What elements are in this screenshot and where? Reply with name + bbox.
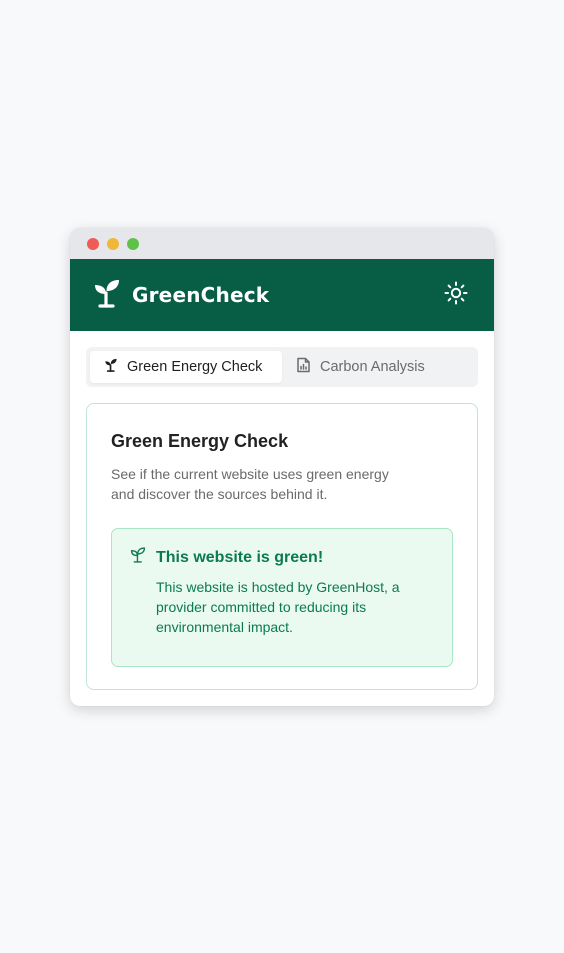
main-content: Green Energy Check Carbon Analysis Green… <box>70 331 494 706</box>
app-title: GreenCheck <box>132 283 270 307</box>
green-result-alert: This website is green! This website is h… <box>111 528 453 667</box>
extension-window: GreenCheck Green Energy Check Carbon Ana… <box>70 228 494 706</box>
sprout-icon <box>92 278 122 313</box>
minimize-window-button[interactable] <box>107 237 119 250</box>
sprout-icon <box>130 547 146 568</box>
chart-file-icon <box>296 357 311 377</box>
sun-icon <box>444 281 468 310</box>
app-header: GreenCheck <box>70 259 494 331</box>
card-title: Green Energy Check <box>111 431 289 451</box>
tab-carbon-analysis[interactable]: Carbon Analysis <box>282 351 474 383</box>
tab-green-energy-check[interactable]: Green Energy Check <box>90 351 282 383</box>
result-title: This website is green! <box>156 548 324 566</box>
theme-toggle-button[interactable] <box>440 279 472 311</box>
tab-label: Carbon Analysis <box>320 359 425 375</box>
brand: GreenCheck <box>92 278 269 313</box>
maximize-window-button[interactable] <box>127 237 139 250</box>
card-description: See if the current website uses green en… <box>111 466 389 502</box>
green-energy-card: Green Energy Check See if the current we… <box>86 403 478 690</box>
close-window-button[interactable] <box>87 237 99 250</box>
result-header: This website is green! <box>130 547 434 568</box>
tab-label: Green Energy Check <box>127 359 263 375</box>
window-titlebar <box>70 228 494 259</box>
result-description: This website is hosted by GreenHost, a p… <box>156 579 400 635</box>
sprout-icon <box>104 358 118 376</box>
tab-bar: Green Energy Check Carbon Analysis <box>86 347 478 387</box>
